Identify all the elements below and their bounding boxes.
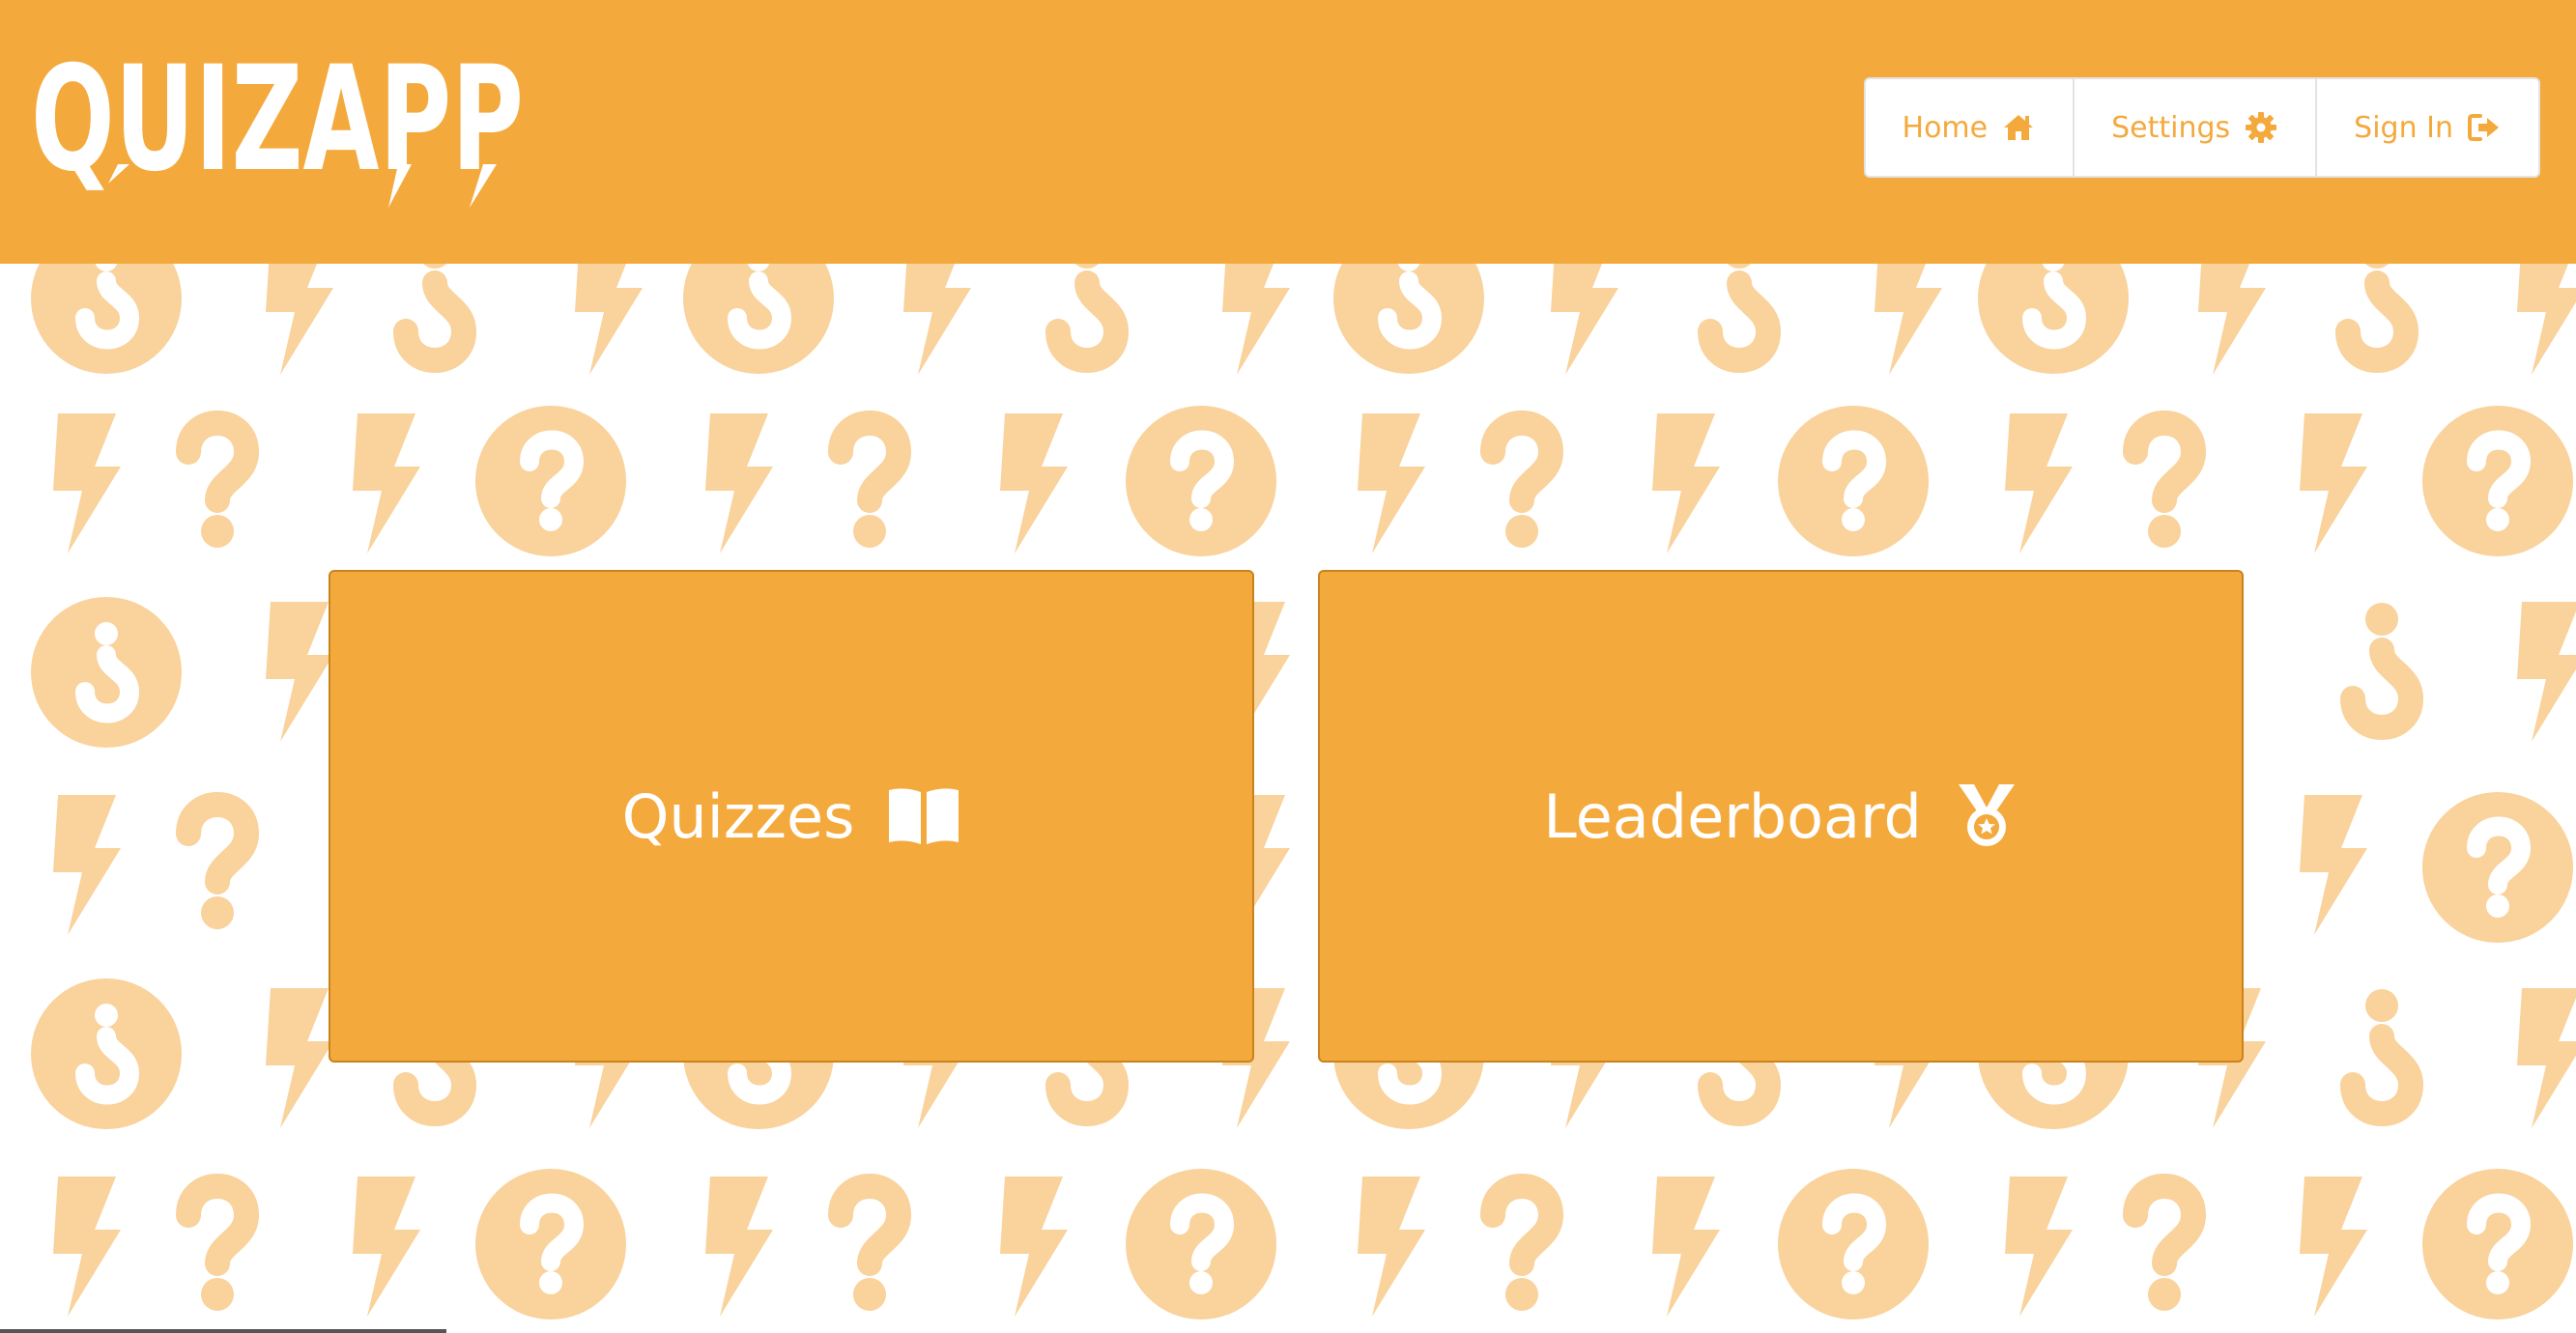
nav-sign-in-button[interactable]: Sign In xyxy=(2317,79,2538,176)
nav-sign-in-label: Sign In xyxy=(2354,110,2453,145)
leaderboard-label: Leaderboard xyxy=(1543,780,1922,852)
home-icon xyxy=(2004,115,2034,140)
bottom-scroll-indicator xyxy=(0,1329,446,1333)
nav-home-button[interactable]: Home xyxy=(1866,79,2075,176)
quizapp-logo[interactable]: QUIZAPP xyxy=(29,39,531,213)
gear-icon xyxy=(2246,112,2277,143)
quizzes-card[interactable]: Quizzes xyxy=(329,570,1254,1063)
leaderboard-card[interactable]: Leaderboard xyxy=(1318,570,2244,1063)
sign-in-icon xyxy=(2468,114,2499,141)
nav-home-label: Home xyxy=(1902,110,1989,145)
book-open-icon xyxy=(889,788,959,844)
app-header: QUIZAPP Home Settings Sign In xyxy=(0,0,2576,264)
logo-text: QUIZAPP xyxy=(31,39,524,204)
quizapp-page: QUIZAPP Home Settings Sign In Quizzes Le… xyxy=(0,0,2576,1333)
medal-icon xyxy=(1958,784,2015,846)
nav-settings-label: Settings xyxy=(2111,110,2231,145)
nav-settings-button[interactable]: Settings xyxy=(2075,79,2318,176)
quizzes-label: Quizzes xyxy=(621,780,855,852)
main-nav: Home Settings Sign In xyxy=(1863,77,2540,178)
